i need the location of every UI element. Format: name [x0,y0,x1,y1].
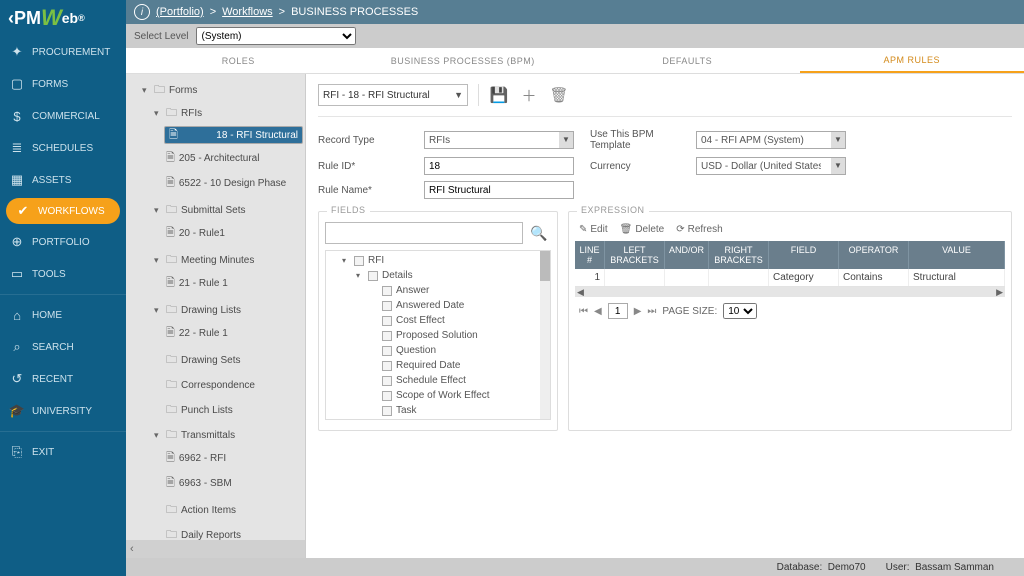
expr-edit[interactable]: ✎Edit [579,224,608,235]
save-button[interactable]: 💾 [489,85,509,105]
forms-tree[interactable]: ▾🗀Forms ▾🗀RFIs 🗎18 - RFI Structural 🗎205… [126,74,305,540]
expr-row-1[interactable]: 1 Category Contains Structural [575,269,1005,287]
clipboard-icon: ▢ [10,77,24,91]
fields-tree[interactable]: ▾RFI ▾Details Answer Answered Date Cost … [325,250,551,420]
tree-node-18[interactable]: 🗎18 - RFI Structural [164,126,303,144]
tab-bpm[interactable]: BUSINESS PROCESSES (BPM) [351,48,576,73]
breadcrumb-workflows[interactable]: Workflows [222,6,273,18]
pager-next[interactable]: ▶ [634,306,642,317]
check-icon: ✔ [16,204,30,218]
nav-portfolio[interactable]: ⊕PORTFOLIO [0,226,126,258]
nav-assets[interactable]: ▦ASSETS [0,164,126,196]
breadcrumb: i (Portfolio) > Workflows > BUSINESS PRO… [126,0,1024,24]
pagesize-label: PAGE SIZE: [662,306,717,317]
trash-icon: 🗑 [549,86,568,104]
save-icon: 💾 [490,86,509,104]
nav-search[interactable]: ⌕SEARCH [0,331,126,363]
rule-name-input[interactable] [424,181,574,199]
tab-defaults[interactable]: DEFAULTS [575,48,800,73]
plus-icon: ＋ [521,85,536,106]
refresh-icon: ⟳ [676,224,684,235]
briefcase-icon: ▭ [10,267,24,281]
status-bar: Database: Demo70 User: Bassam Samman [126,558,1024,576]
home-icon: ⌂ [10,308,24,322]
rule-id-input[interactable] [424,157,574,175]
expr-delete[interactable]: 🗑Delete [620,224,665,235]
currency-label: Currency [590,161,680,172]
tree-node-6522[interactable]: 🗎6522 - 10 Design Phase [164,173,303,194]
breadcrumb-portfolio[interactable]: (Portfolio) [156,6,204,18]
tree-node-205[interactable]: 🗎205 - Architectural [164,148,303,169]
record-type-select[interactable]: RFIs▼ [424,131,574,149]
list-icon: ≣ [10,141,24,155]
pager-first[interactable]: ⏮ [579,306,588,317]
delete-button[interactable]: 🗑 [549,85,569,105]
rule-id-label: Rule ID* [318,161,408,172]
pager-last[interactable]: ⏭ [647,306,656,317]
nav-tools[interactable]: ▭TOOLS [0,258,126,290]
trash-icon: 🗑 [620,224,633,235]
add-button[interactable]: ＋ [519,85,539,105]
grid-icon: ▦ [10,173,24,187]
select-level-label: Select Level [134,31,188,42]
rule-name-label: Rule Name* [318,185,408,196]
folder-icon: 🗀 [154,81,165,100]
history-icon: ↺ [10,372,24,386]
select-level[interactable]: (System) [196,27,356,45]
fields-search-button[interactable]: 🔍 [527,222,551,244]
fields-legend: FIELDS [327,205,370,215]
search-icon: ⌕ [10,340,24,354]
nav-schedules[interactable]: ≣SCHEDULES [0,132,126,164]
dollar-icon: $ [10,109,24,123]
exit-icon: ⎘ [10,445,24,459]
fields-search-input[interactable] [325,222,523,244]
nav-forms[interactable]: ▢FORMS [0,68,126,100]
nav-commercial[interactable]: $COMMERCIAL [0,100,126,132]
expr-hscroll[interactable]: ◀▶ [575,287,1005,297]
bpm-template-select[interactable]: 04 - RFI APM (System)▼ [696,131,846,149]
currency-select[interactable]: USD - Dollar (United States of America)▼ [696,157,846,175]
tree-collapse[interactable]: ‹ [126,540,305,558]
bulb-icon: ✦ [10,45,24,59]
info-icon[interactable]: i [134,4,150,20]
record-selector[interactable]: RFI - 18 - RFI Structural▼ [318,84,468,106]
breadcrumb-current: BUSINESS PROCESSES [291,6,418,18]
bpm-template-label: Use This BPM Template [590,129,680,151]
expr-refresh[interactable]: ⟳Refresh [676,224,722,235]
pager-page-input[interactable] [608,303,628,319]
nav-procurement[interactable]: ✦PROCUREMENT [0,36,126,68]
tab-apm-rules[interactable]: APM RULES [800,48,1024,73]
nav-university[interactable]: 🎓UNIVERSITY [0,395,126,427]
nav-home[interactable]: ⌂HOME [0,299,126,331]
record-type-label: Record Type [318,135,408,146]
file-icon: 🗎 [169,126,178,145]
pencil-icon: ✎ [579,224,587,235]
expression-legend: EXPRESSION [577,205,649,215]
nav-recent[interactable]: ↺RECENT [0,363,126,395]
pager-prev[interactable]: ◀ [594,306,602,317]
expr-grid-header: LINE # LEFT BRACKETS AND/OR RIGHT BRACKE… [575,241,1005,269]
app-logo: ‹PMWeb® [0,0,126,36]
nav-exit[interactable]: ⎘EXIT [0,436,126,468]
search-icon: 🔍 [530,225,547,242]
pagesize-select[interactable]: 10 [723,303,757,319]
graduation-icon: 🎓 [10,404,24,418]
tab-roles[interactable]: ROLES [126,48,351,73]
globe-icon: ⊕ [10,235,24,249]
chevron-down-icon: ▼ [454,90,463,100]
nav-workflows[interactable]: ✔WORKFLOWS [6,198,120,224]
